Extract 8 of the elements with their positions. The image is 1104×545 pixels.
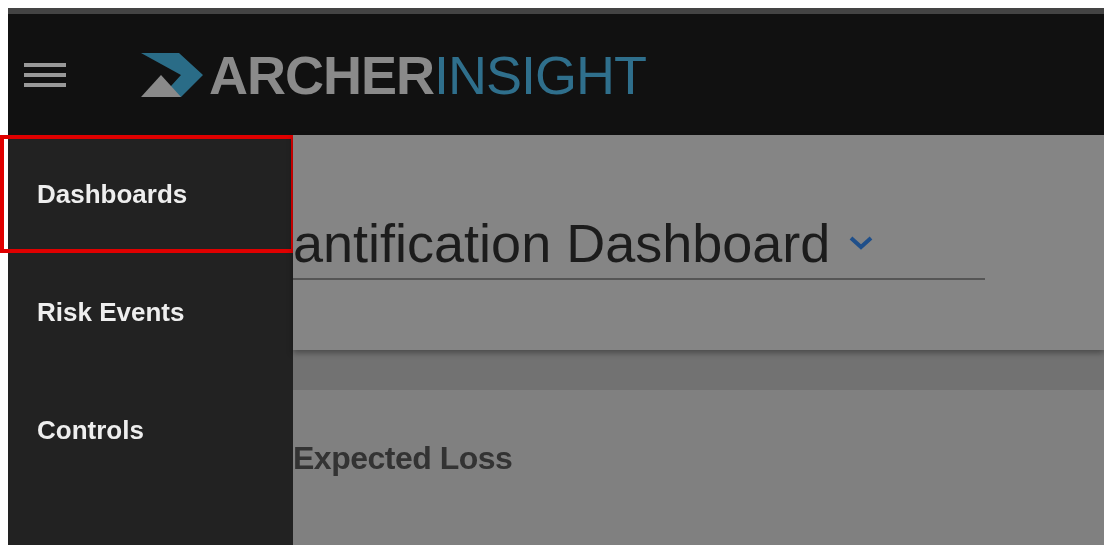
- card-title: Expected Loss: [293, 440, 513, 476]
- logo-text: INSIGHT: [434, 44, 647, 105]
- nav-item[interactable]: Dashboards: [0, 135, 295, 253]
- logo-text: ARCHER: [209, 44, 434, 105]
- nav-item[interactable]: Risk Events: [0, 253, 295, 371]
- dashboard-title[interactable]: antification Dashboard: [293, 211, 831, 274]
- logo-icon: [141, 52, 203, 97]
- nav-item[interactable]: Controls: [0, 371, 295, 489]
